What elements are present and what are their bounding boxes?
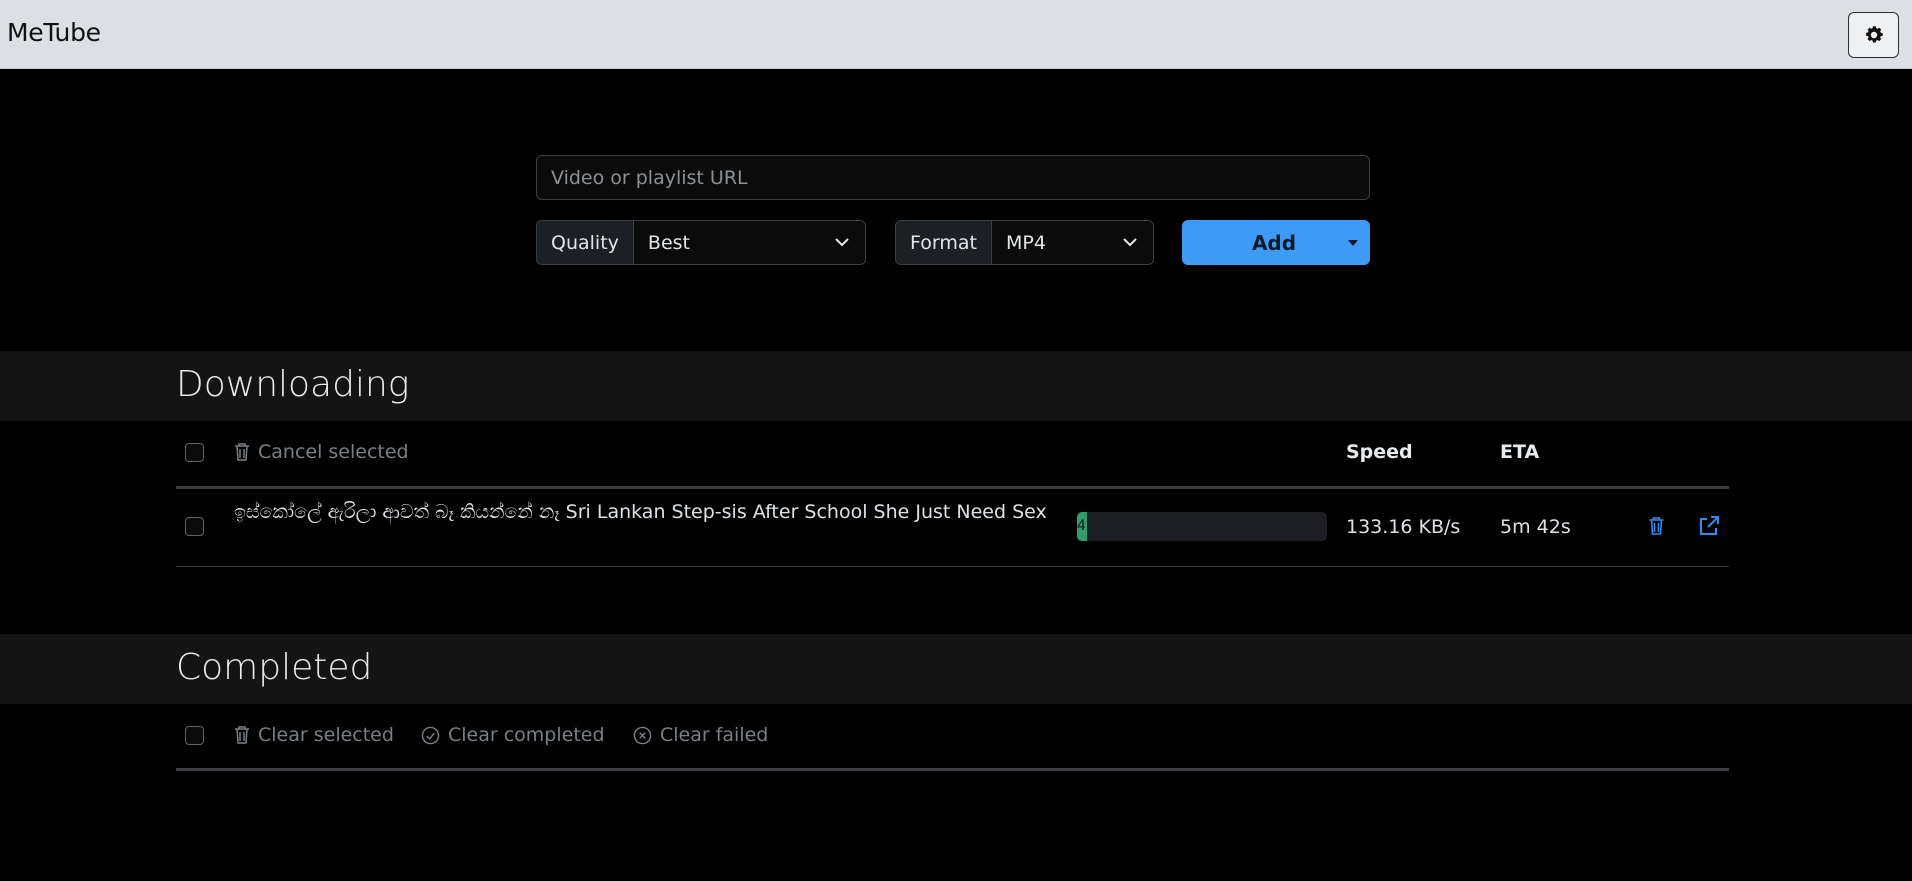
- cancel-selected-button[interactable]: Cancel selected: [234, 441, 409, 463]
- delete-download-button[interactable]: [1645, 515, 1667, 537]
- url-input[interactable]: Video or playlist URL: [536, 155, 1370, 200]
- downloading-header-band: Downloading: [0, 351, 1912, 421]
- gear-icon: [1865, 26, 1883, 43]
- quality-value: Best: [647, 231, 690, 254]
- clear-failed-label: Clear failed: [660, 724, 769, 746]
- chevron-down-icon: [835, 238, 849, 247]
- eta-column-header: ETA: [1500, 441, 1540, 463]
- quality-label: Quality: [537, 221, 634, 264]
- download-progress-bar: 4%: [1077, 512, 1327, 541]
- add-options-button[interactable]: [1336, 220, 1370, 265]
- select-all-downloading-checkbox[interactable]: [185, 443, 204, 462]
- row-checkbox[interactable]: [185, 517, 204, 536]
- cancel-selected-label: Cancel selected: [258, 441, 409, 463]
- download-speed: 133.16 KB/s: [1346, 516, 1461, 538]
- app-title[interactable]: MeTube: [7, 18, 101, 47]
- external-link-icon: [1700, 516, 1719, 535]
- x-circle-icon: [633, 726, 652, 744]
- trash-icon: [235, 443, 249, 461]
- quality-select-group: Quality Best: [536, 220, 866, 265]
- format-value: MP4: [1005, 231, 1046, 254]
- progress-fill: 4%: [1077, 512, 1087, 541]
- clear-completed-label: Clear completed: [448, 724, 605, 746]
- completed-title: Completed: [176, 647, 373, 688]
- speed-column-header: Speed: [1346, 441, 1413, 463]
- clear-selected-button[interactable]: Clear selected: [234, 724, 394, 746]
- trash-icon: [1649, 517, 1663, 535]
- quality-select[interactable]: Best: [633, 221, 865, 264]
- theme-toggle-button[interactable]: [1848, 12, 1899, 58]
- add-button-group: Add: [1182, 220, 1370, 265]
- download-title: ඉස්කෝලේ ඇරිලා ආවත් බෑ කියන්නේ නෑ Sri Lan…: [234, 501, 1047, 523]
- url-placeholder: Video or playlist URL: [551, 166, 748, 189]
- format-label: Format: [896, 221, 992, 264]
- row-divider: [176, 566, 1729, 567]
- caret-down-icon: [1348, 239, 1358, 246]
- clear-selected-label: Clear selected: [258, 724, 394, 746]
- header-divider: [176, 486, 1729, 489]
- format-select[interactable]: MP4: [991, 221, 1153, 264]
- completed-header-divider: [176, 768, 1729, 771]
- chevron-down-icon: [1123, 238, 1137, 247]
- check-circle-icon: [421, 726, 440, 744]
- trash-icon: [235, 726, 249, 744]
- download-eta: 5m 42s: [1500, 516, 1571, 538]
- format-select-group: Format MP4: [895, 220, 1154, 265]
- select-all-completed-checkbox[interactable]: [185, 726, 204, 745]
- downloading-title: Downloading: [176, 364, 410, 405]
- add-button[interactable]: Add: [1182, 220, 1336, 265]
- clear-completed-button[interactable]: Clear completed: [421, 724, 605, 746]
- clear-failed-button[interactable]: Clear failed: [633, 724, 768, 746]
- open-link-button[interactable]: [1697, 514, 1721, 538]
- navbar: MeTube: [0, 0, 1912, 69]
- completed-header-band: Completed: [0, 634, 1912, 704]
